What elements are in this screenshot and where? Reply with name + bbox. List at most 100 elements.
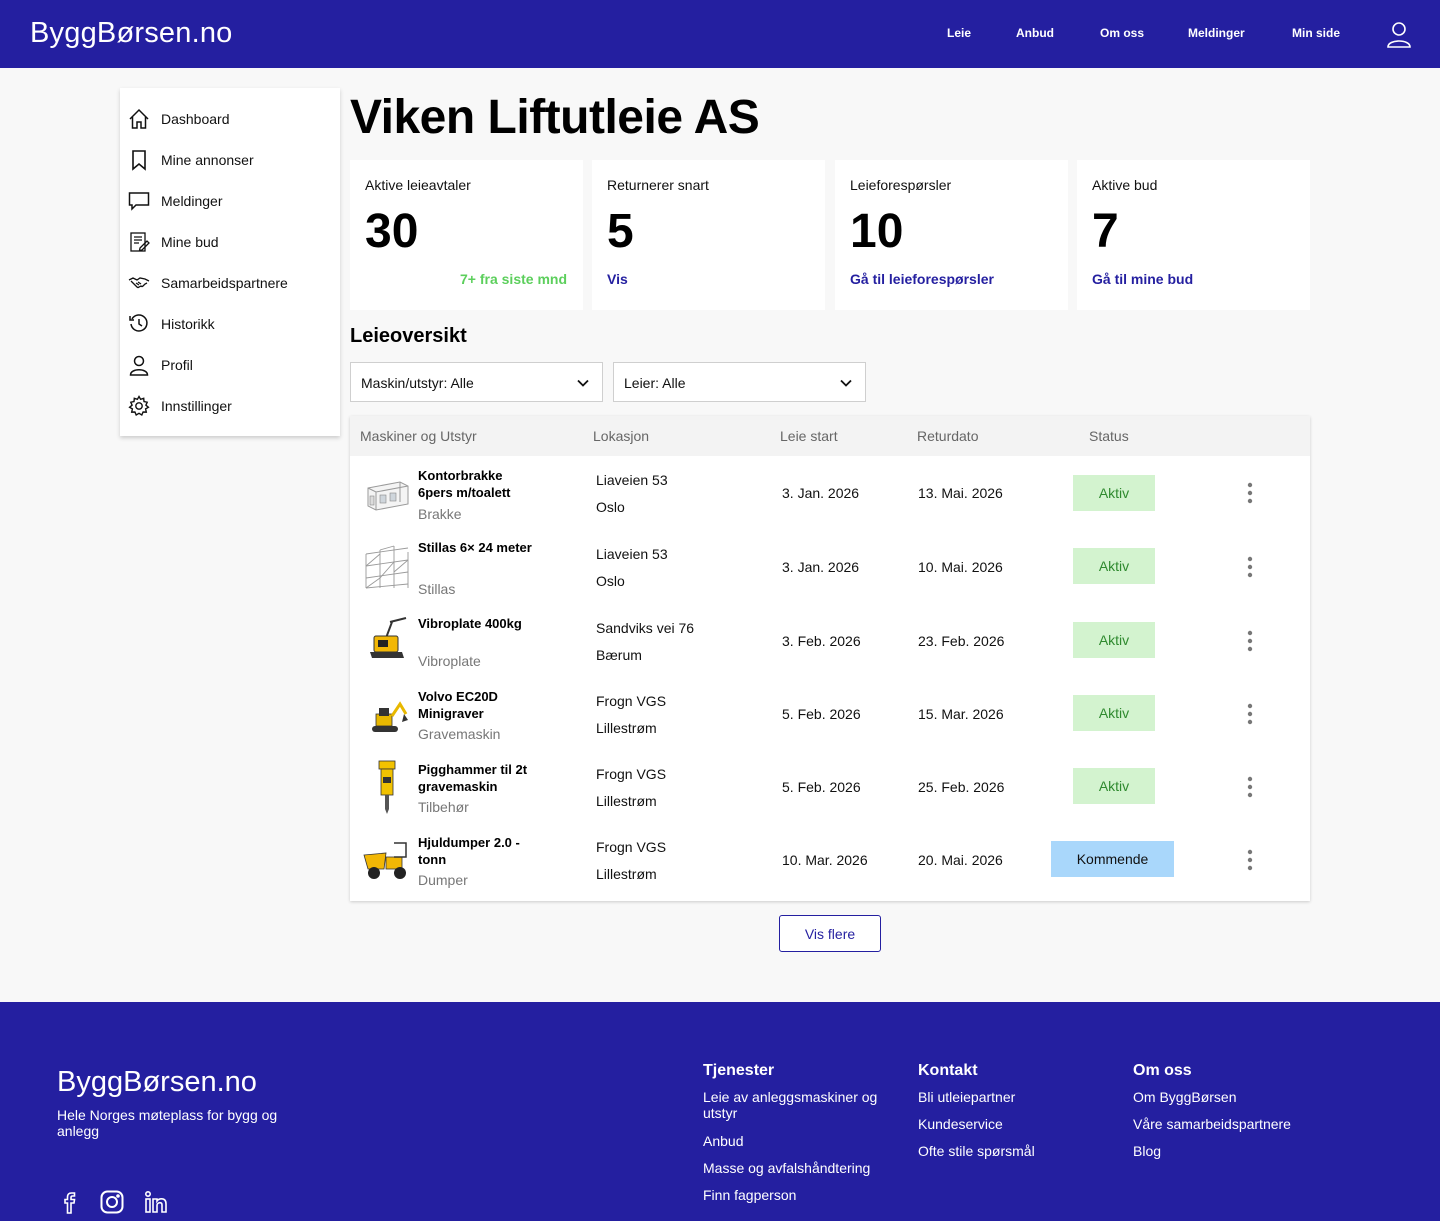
filter-select-value: Maskin/utstyr: Alle xyxy=(361,375,474,391)
column-header-status: Status xyxy=(1089,428,1129,444)
table-row[interactable]: Hjuldumper 2.0 - tonn Dumper Frogn VGS L… xyxy=(350,823,1310,896)
rent-start-date: 5. Feb. 2026 xyxy=(782,706,861,722)
footer-tagline: Hele Norges møteplass for bygg og anlegg xyxy=(57,1107,278,1139)
equipment-name: Volvo EC20D Minigraver xyxy=(418,689,498,721)
equipment-name: Hjuldumper 2.0 - tonn xyxy=(418,835,520,867)
filter-select-renter[interactable]: Leier: Alle xyxy=(613,362,866,402)
section-title-rental-overview: Leieoversikt xyxy=(350,325,467,347)
site-logo[interactable]: ByggBørsen.no xyxy=(30,17,233,50)
table-row[interactable]: Volvo EC20D Minigraver Gravemaskin Frogn… xyxy=(350,677,1310,750)
sidebar-item-mine-bud[interactable]: Mine bud xyxy=(128,227,334,257)
more-options-icon[interactable] xyxy=(1244,629,1256,653)
stat-link-vis[interactable]: Vis xyxy=(607,271,628,287)
footer-link-partners[interactable]: Våre samarbeidspartnere xyxy=(1133,1116,1291,1132)
status-badge: Aktiv xyxy=(1073,548,1155,584)
stat-trend: 7+ fra siste mnd xyxy=(460,271,567,287)
footer-link-blog[interactable]: Blog xyxy=(1133,1143,1161,1159)
stat-link-rental-requests[interactable]: Gå til leieforespørsler xyxy=(850,271,994,287)
more-options-icon[interactable] xyxy=(1244,481,1256,505)
sidebar-item-label: Samarbeidspartnere xyxy=(161,275,288,291)
sidebar-item-label: Meldinger xyxy=(161,193,223,209)
footer-link-waste[interactable]: Masse og avfalshåndtering xyxy=(703,1160,870,1176)
table-row[interactable]: Vibroplate 400kg Vibroplate Sandviks vei… xyxy=(350,604,1310,677)
nav-link-leie[interactable]: Leie xyxy=(947,26,971,40)
user-icon xyxy=(129,355,149,376)
footer-link-customer-service[interactable]: Kundeservice xyxy=(918,1116,1003,1132)
stat-label: Leieforespørsler xyxy=(850,177,952,193)
linkedin-icon[interactable] xyxy=(143,1189,169,1215)
sidebar-item-meldinger[interactable]: Meldinger xyxy=(128,186,334,216)
sidebar-item-label: Mine annonser xyxy=(161,152,254,168)
sidebar-item-innstillinger[interactable]: Innstillinger xyxy=(128,391,334,421)
bookmark-icon xyxy=(132,150,146,171)
equipment-category: Tilbehør xyxy=(418,799,469,815)
stat-card-active-rentals: Aktive leieavtaler 30 7+ fra siste mnd xyxy=(350,160,583,310)
stat-value: 30 xyxy=(365,205,419,258)
table-header: Maskiner og Utstyr Lokasjon Leie start R… xyxy=(350,416,1310,456)
nav-link-om-oss[interactable]: Om oss xyxy=(1100,26,1144,40)
rent-start-date: 5. Feb. 2026 xyxy=(782,779,861,795)
sidebar-item-samarbeidspartnere[interactable]: Samarbeidspartnere xyxy=(128,268,334,298)
sidebar-item-profil[interactable]: Profil xyxy=(128,350,334,380)
more-options-icon[interactable] xyxy=(1244,775,1256,799)
equipment-name: Vibroplate 400kg xyxy=(418,616,522,631)
equipment-category: Gravemaskin xyxy=(418,726,501,742)
more-options-icon[interactable] xyxy=(1244,848,1256,872)
status-badge: Aktiv xyxy=(1073,695,1155,731)
footer-link-become-partner[interactable]: Bli utleiepartner xyxy=(918,1089,1015,1105)
equipment-category: Brakke xyxy=(418,506,462,522)
footer-logo[interactable]: ByggBørsen.no xyxy=(57,1066,257,1099)
more-options-icon[interactable] xyxy=(1244,702,1256,726)
show-more-button[interactable]: Vis flere xyxy=(779,915,881,952)
location-address: Frogn VGS xyxy=(596,693,667,709)
nav-link-min-side[interactable]: Min side xyxy=(1292,26,1340,40)
footer-link-faq[interactable]: Ofte stile spørsmål xyxy=(918,1143,1035,1159)
return-date: 23. Feb. 2026 xyxy=(918,633,1005,649)
sidebar-item-label: Profil xyxy=(161,357,193,373)
nav-link-meldinger[interactable]: Meldinger xyxy=(1188,26,1245,40)
footer-link-find-professional[interactable]: Finn fagperson xyxy=(703,1187,796,1203)
instagram-icon[interactable] xyxy=(99,1189,125,1215)
location-city: Bærum xyxy=(596,647,642,663)
status-badge: Aktiv xyxy=(1073,768,1155,804)
chevron-down-icon xyxy=(840,379,852,387)
stat-value: 10 xyxy=(850,205,904,258)
stat-card-active-bids: Aktive bud 7 Gå til mine bud xyxy=(1077,160,1310,310)
footer-link-about[interactable]: Om ByggBørsen xyxy=(1133,1089,1236,1105)
location-address: Liaveien 53 xyxy=(596,546,668,562)
sidebar-item-mine-annonser[interactable]: Mine annonser xyxy=(128,145,334,175)
sidebar-item-label: Historikk xyxy=(161,316,215,332)
column-header-return: Returdato xyxy=(917,428,979,444)
footer-link-anbud[interactable]: Anbud xyxy=(703,1133,743,1149)
table-row[interactable]: Kontorbrakke 6pers m/toalett Brakke Liav… xyxy=(350,456,1310,529)
sidebar-item-historikk[interactable]: Historikk xyxy=(128,309,334,339)
return-date: 15. Mar. 2026 xyxy=(918,706,1004,722)
rent-start-date: 3. Jan. 2026 xyxy=(782,559,860,575)
location-address: Frogn VGS xyxy=(596,839,667,855)
gear-icon xyxy=(128,395,150,417)
more-options-icon[interactable] xyxy=(1244,555,1256,579)
sidebar-item-dashboard[interactable]: Dashboard xyxy=(128,104,334,134)
status-badge: Aktiv xyxy=(1073,622,1155,658)
sidebar-item-label: Innstillinger xyxy=(161,398,232,414)
equipment-category: Vibroplate xyxy=(418,653,481,669)
filter-select-equipment[interactable]: Maskin/utstyr: Alle xyxy=(350,362,603,402)
top-navigation-bar: ByggBørsen.no Leie Anbud Om oss Meldinge… xyxy=(0,0,1440,68)
facebook-icon[interactable] xyxy=(56,1189,82,1215)
rent-start-date: 10. Mar. 2026 xyxy=(782,852,868,868)
document-icon xyxy=(130,232,150,252)
return-date: 10. Mai. 2026 xyxy=(918,559,1003,575)
nav-link-anbud[interactable]: Anbud xyxy=(1016,26,1054,40)
plate-compactor-image xyxy=(370,617,407,658)
stat-value: 7 xyxy=(1092,205,1119,258)
table-row[interactable]: Stillas 6× 24 meter Stillas Liaveien 53 … xyxy=(350,530,1310,603)
location-city: Lillestrøm xyxy=(596,720,657,736)
table-row[interactable]: Pigghammer til 2t gravemaskin Tilbehør F… xyxy=(350,750,1310,823)
footer-link-rental[interactable]: Leie av anleggsmaskiner og utstyr xyxy=(703,1089,898,1121)
stat-link-my-bids[interactable]: Gå til mine bud xyxy=(1092,271,1193,287)
history-icon xyxy=(129,314,148,332)
user-account-icon[interactable] xyxy=(1385,20,1413,48)
stat-label: Returnerer snart xyxy=(607,177,709,193)
rent-start-date: 3. Jan. 2026 xyxy=(782,485,860,501)
chat-icon xyxy=(128,192,150,211)
